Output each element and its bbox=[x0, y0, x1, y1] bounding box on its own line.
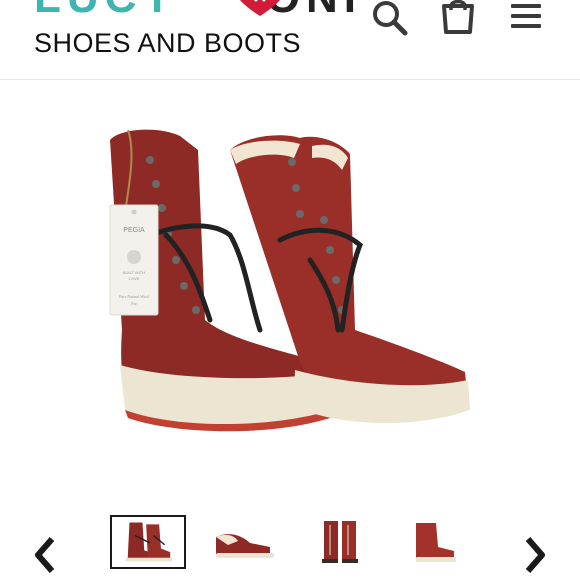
site-header: LUCYONI SHOES AND BOOTS bbox=[0, 0, 580, 80]
tag-line2: LOVE bbox=[129, 276, 140, 281]
tag-brand: PEGIA bbox=[123, 227, 145, 234]
cart-icon[interactable] bbox=[440, 0, 476, 36]
logo-word-left: LUCY bbox=[34, 0, 178, 22]
product-main-image[interactable]: PEGIA BUILT WITH LOVE Pure Natural Wool … bbox=[80, 110, 540, 470]
thumbnail-3[interactable] bbox=[302, 515, 378, 569]
thumbnail-1[interactable] bbox=[110, 515, 186, 569]
search-icon[interactable] bbox=[371, 0, 409, 36]
chevron-right-icon[interactable] bbox=[520, 535, 550, 575]
store-logo[interactable]: LUCYONI SHOES AND BOOTS bbox=[30, 0, 356, 78]
thumbnail-4[interactable] bbox=[396, 515, 472, 569]
menu-icon[interactable] bbox=[509, 0, 543, 34]
logo-wordmark: LUCYONI bbox=[34, 0, 362, 20]
thumbnail-2[interactable] bbox=[208, 515, 284, 569]
logo-subtitle: SHOES AND BOOTS bbox=[34, 28, 302, 58]
tag-line3: Pure Natural Wool bbox=[119, 294, 150, 299]
heart-logo-icon bbox=[240, 0, 280, 16]
product-page: LUCYONI SHOES AND BOOTS bbox=[0, 0, 580, 580]
thumbnail-gallery bbox=[0, 505, 580, 580]
tag-line1: BUILT WITH bbox=[123, 270, 145, 275]
chevron-left-icon[interactable] bbox=[30, 535, 60, 575]
tag-line4: Fur bbox=[131, 301, 137, 306]
